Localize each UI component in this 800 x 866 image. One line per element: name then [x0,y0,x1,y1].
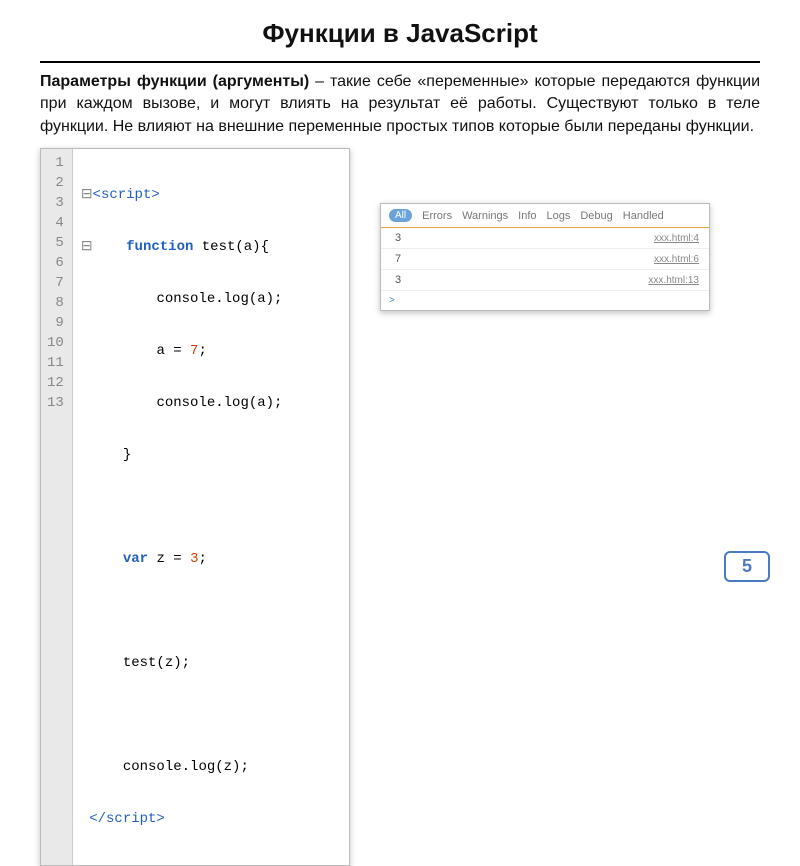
console-prompt[interactable]: > [381,291,709,310]
code-line [81,497,339,517]
console-tab-errors[interactable]: Errors [422,210,452,222]
paragraph-term: Параметры функции (аргументы) [40,73,309,90]
line-number: 3 [47,193,64,213]
console-tab-debug[interactable]: Debug [580,210,612,222]
line-number: 7 [47,273,64,293]
code-editor: 1 2 3 4 5 6 7 8 9 10 11 12 13 ⊟<script> … [40,148,350,866]
line-number: 12 [47,373,64,393]
console-location-link[interactable]: xxx.html:6 [654,254,699,265]
console-tab-handled[interactable]: Handled [623,210,664,222]
console-tabs: All Errors Warnings Info Logs Debug Hand… [381,204,709,228]
slide-paragraph: Параметры функции (аргументы) – такие се… [40,71,760,138]
content-row: 1 2 3 4 5 6 7 8 9 10 11 12 13 ⊟<script> … [40,148,760,866]
code-body: ⊟<script> ⊟ function test(a){ console.lo… [73,149,349,865]
code-line: console.log(a); [81,393,339,413]
console-tab-info[interactable]: Info [518,210,536,222]
code-line: console.log(a); [81,289,339,309]
console-row: 3 xxx.html:4 [381,228,709,249]
console-tab-all[interactable]: All [389,209,412,222]
line-number: 1 [47,153,64,173]
console-location-link[interactable]: xxx.html:4 [654,233,699,244]
console-value: 3 [395,232,401,244]
line-number: 9 [47,313,64,333]
console-panel: All Errors Warnings Info Logs Debug Hand… [380,203,710,311]
line-number: 4 [47,213,64,233]
code-line: console.log(z); [81,757,339,777]
line-number: 10 [47,333,64,353]
code-line: } [81,445,339,465]
console-tab-warnings[interactable]: Warnings [462,210,508,222]
line-number: 13 [47,393,64,413]
console-row: 7 xxx.html:6 [381,249,709,270]
code-line [81,705,339,725]
slide-title: Функции в JavaScript [40,18,760,49]
console-location-link[interactable]: xxx.html:13 [648,275,699,286]
code-line: ⊟ function test(a){ [81,237,339,257]
code-line: ⊟<script> [81,185,339,205]
console-value: 7 [395,253,401,265]
console-row: 3 xxx.html:13 [381,270,709,291]
line-number: 11 [47,353,64,373]
code-line: </script> [81,809,339,829]
line-number: 2 [47,173,64,193]
code-line: a = 7; [81,341,339,361]
page-number: 5 [724,551,770,582]
code-gutter: 1 2 3 4 5 6 7 8 9 10 11 12 13 [41,149,73,865]
console-tab-logs[interactable]: Logs [547,210,571,222]
code-line: var z = 3; [81,549,339,569]
console-value: 3 [395,274,401,286]
code-line [81,601,339,621]
code-line: test(z); [81,653,339,673]
console-box: All Errors Warnings Info Logs Debug Hand… [380,203,710,311]
line-number: 5 [47,233,64,253]
console-body: 3 xxx.html:4 7 xxx.html:6 3 xxx.html:13 … [381,228,709,310]
line-number: 6 [47,253,64,273]
slide: Функции в JavaScript Параметры функции (… [0,0,800,600]
divider [40,61,760,63]
line-number: 8 [47,293,64,313]
